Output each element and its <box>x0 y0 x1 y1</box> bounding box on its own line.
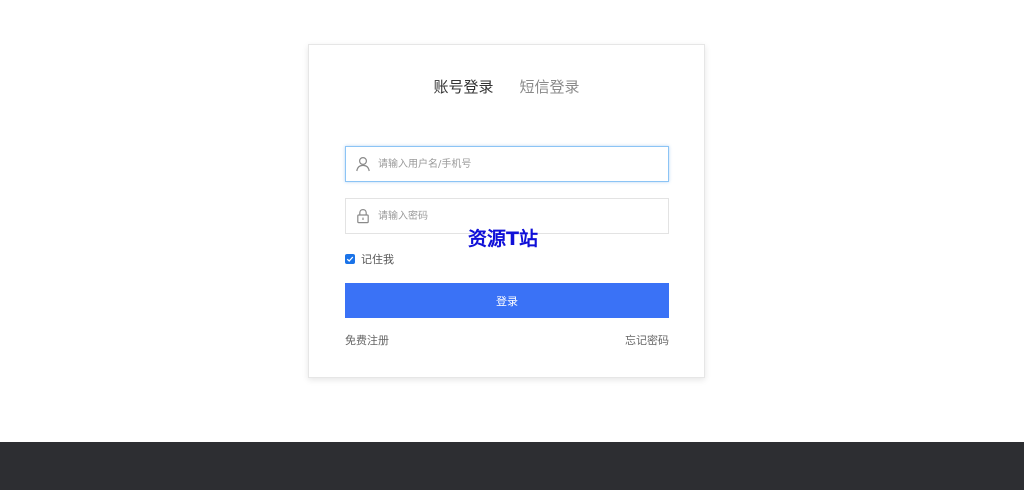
page: 账号登录 短信登录 请输入用户名/手机号 记住我 登录 免费注册 忘记密码 资源… <box>0 0 1024 490</box>
login-card: 账号登录 短信登录 请输入用户名/手机号 记住我 登录 免费注册 忘记密码 <box>308 44 705 378</box>
lock-icon <box>354 207 372 225</box>
username-field <box>345 146 669 182</box>
tab-sms-login[interactable]: 短信登录 <box>520 77 580 97</box>
remember-me: 记住我 <box>345 251 394 267</box>
register-link[interactable]: 免费注册 <box>345 332 389 348</box>
check-icon <box>346 256 354 262</box>
login-button[interactable]: 登录 <box>345 283 669 318</box>
forgot-password-link[interactable]: 忘记密码 <box>625 332 669 348</box>
tab-account-login[interactable]: 账号登录 <box>433 77 493 97</box>
footer-bar <box>0 442 1024 490</box>
remember-checkbox[interactable] <box>345 254 355 264</box>
login-tabs: 账号登录 短信登录 <box>309 77 704 97</box>
remember-label: 记住我 <box>361 253 394 266</box>
watermark: 资源T站 <box>468 228 538 250</box>
user-icon <box>354 155 372 173</box>
bottom-links: 免费注册 忘记密码 <box>345 332 669 348</box>
username-input[interactable] <box>378 149 668 179</box>
